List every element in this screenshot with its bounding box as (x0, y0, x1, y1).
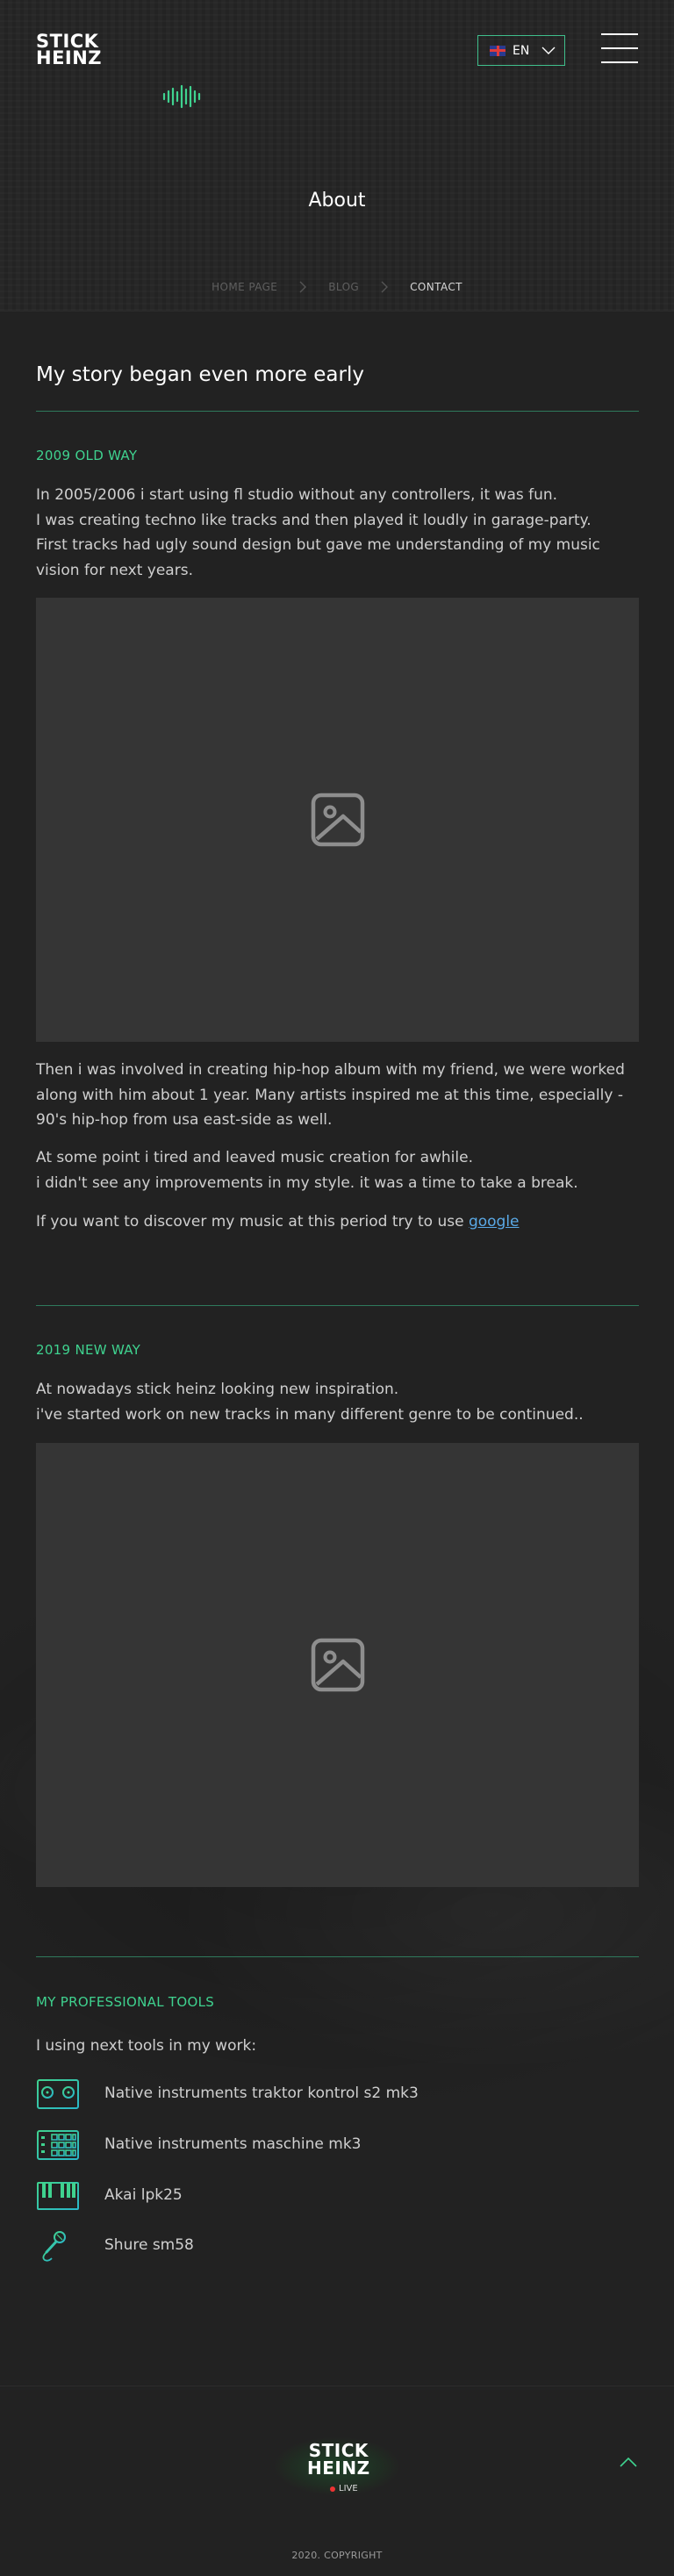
divider (36, 411, 639, 412)
microphone-icon (42, 2231, 66, 2262)
scroll-to-top-button[interactable] (618, 2455, 639, 2469)
section-2009-paragraph-1: Then i was involved in creating hip-hop … (36, 1061, 625, 1129)
section-2019-intro: At nowadays stick heinz looking new insp… (36, 1377, 639, 1427)
language-label: EN (513, 43, 530, 58)
footer-logo[interactable]: STICK HEINZ LIVE (249, 2422, 425, 2510)
image-icon (311, 1638, 364, 1692)
sound-wave-icon (162, 84, 201, 109)
paragraph-line: I was creating techno like tracks and th… (36, 511, 592, 529)
footer-logo-line-2: HEINZ (307, 2458, 370, 2479)
image-placeholder-2009 (36, 598, 639, 1042)
divider (36, 1956, 639, 1957)
section-title-2009: 2009 OLD WAY (36, 448, 138, 463)
paragraph-line: i've started work on new tracks in many … (36, 1405, 584, 1424)
breadcrumb-blog[interactable]: BLOG (328, 281, 359, 293)
chevron-right-icon (299, 281, 307, 293)
breadcrumb: HOME PAGE BLOG CONTACT (0, 281, 674, 293)
chevron-right-icon (381, 281, 389, 293)
hamburger-menu-button[interactable] (601, 33, 638, 63)
tool-label: Shure sm58 (104, 2236, 194, 2254)
paragraph-line: At nowadays stick heinz looking new insp… (36, 1381, 399, 1398)
drum-pad-icon (37, 2130, 79, 2160)
paragraph-line: i didn't see any improvements in my styl… (36, 1173, 578, 1192)
breadcrumb-home[interactable]: HOME PAGE (212, 281, 277, 293)
tool-label: Native instruments traktor kontrol s2 mk… (104, 2084, 419, 2102)
section-title-2019: 2019 NEW WAY (36, 1342, 141, 1358)
story-title: My story began even more early (36, 363, 364, 386)
tools-intro: I using next tools in my work: (36, 2037, 257, 2055)
dj-controller-icon (37, 2079, 79, 2109)
live-label: LIVE (339, 2484, 358, 2493)
footer-logo-line-1: STICK (308, 2440, 369, 2461)
paragraph-line: In 2005/2006 i start using fl studio wit… (36, 486, 558, 504)
tool-item: Native instruments maschine mk3 (36, 2128, 362, 2162)
paragraph-line: At some point i tired and leaved music c… (36, 1149, 473, 1166)
link-sentence: If you want to discover my music at this… (36, 1213, 469, 1231)
tools-title: MY PROFESSIONAL TOOLS (36, 1994, 215, 2010)
live-dot-icon (330, 2486, 335, 2492)
tool-label: Native instruments maschine mk3 (104, 2135, 362, 2153)
logo-line-2: HEINZ (36, 47, 103, 68)
tool-item: Native instruments traktor kontrol s2 mk… (36, 2077, 419, 2111)
tool-label: Akai lpk25 (104, 2186, 183, 2204)
live-badge: LIVE (330, 2484, 358, 2493)
uk-flag-icon (490, 45, 506, 56)
copyright: 2020. COPYRIGHT (291, 2550, 383, 2561)
page-header: STICK HEINZ EN About HOME PAGE BLOG CONT… (0, 0, 674, 312)
section-2009-intro: In 2005/2006 i start using fl studio wit… (36, 483, 639, 583)
tool-item: Akai lpk25 (36, 2179, 183, 2213)
image-placeholder-2019 (36, 1443, 639, 1887)
image-icon (311, 793, 364, 847)
page-title: About (308, 190, 366, 212)
footer-logo-text: STICK HEINZ (307, 2442, 370, 2477)
chevron-down-icon (541, 47, 556, 54)
site-logo[interactable]: STICK HEINZ (36, 32, 103, 68)
section-2009-paragraph-3: If you want to discover my music at this… (36, 1209, 639, 1235)
google-link[interactable]: google (469, 1213, 520, 1231)
midi-keyboard-icon (37, 2182, 79, 2210)
paragraph-line: First tracks had ugly sound design but g… (36, 536, 600, 579)
divider (36, 1305, 639, 1306)
language-selector[interactable]: EN (477, 35, 565, 66)
tool-item: Shure sm58 (36, 2229, 194, 2263)
section-2009-paragraph-2: At some point i tired and leaved music c… (36, 1145, 639, 1195)
breadcrumb-contact: CONTACT (410, 281, 462, 293)
